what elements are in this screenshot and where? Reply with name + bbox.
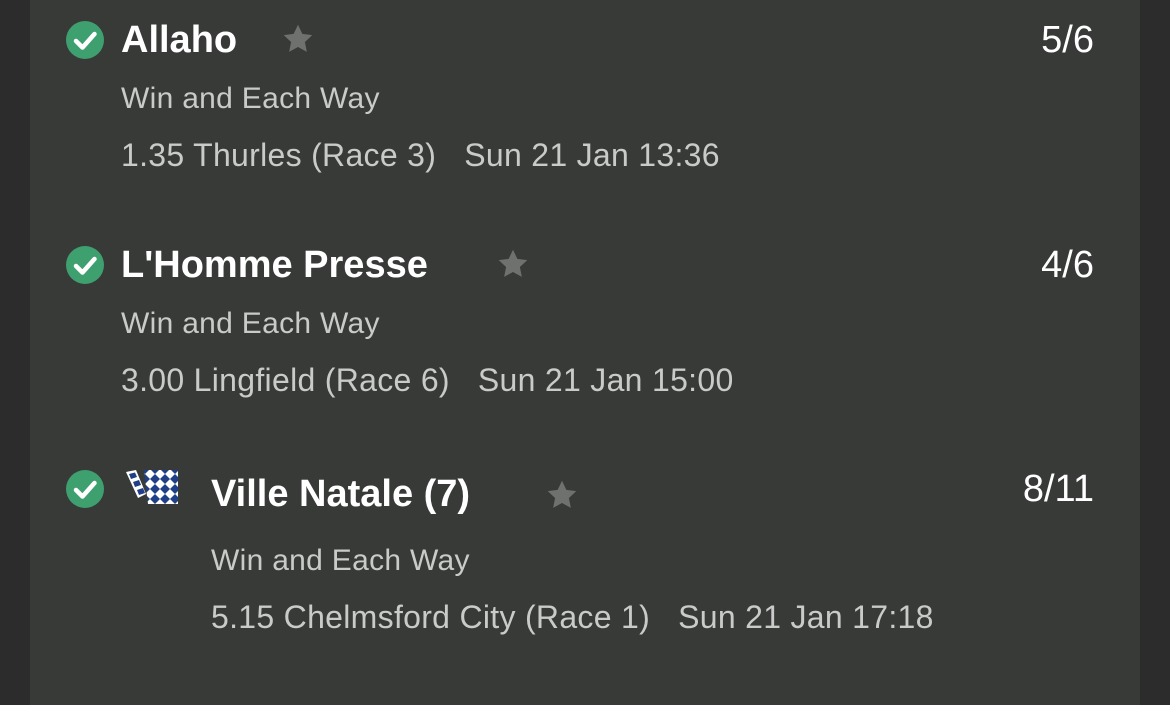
selection-odds: 5/6: [1041, 19, 1094, 61]
race-label: 1.35 Thurles (Race 3): [121, 137, 437, 173]
selection-name: L'Homme Presse: [121, 244, 428, 286]
event-info: 1.35 Thurles (Race 3) Sun 21 Jan 13:36: [121, 133, 981, 177]
race-datetime: Sun 21 Jan 15:00: [477, 362, 734, 398]
selection-name: Allaho: [121, 19, 238, 61]
event-info: 5.15 Chelmsford City (Race 1) Sun 21 Jan …: [211, 595, 951, 639]
selection-odds: 8/11: [1022, 468, 1094, 510]
selection-name: Ville Natale (7): [211, 473, 471, 515]
market-label: Win and Each Way: [211, 544, 470, 577]
check-circle-icon: [66, 470, 104, 508]
race-label: 3.00 Lingfield (Race 6): [121, 362, 450, 398]
check-circle-icon: [66, 21, 104, 59]
check-circle-icon: [66, 246, 104, 284]
star-icon[interactable]: [280, 21, 316, 57]
selections-panel: Allaho 5/6 Win and Each Way 1.35 Thurles…: [30, 0, 1140, 705]
selection-odds: 4/6: [1041, 244, 1094, 286]
market-label: Win and Each Way: [121, 307, 380, 340]
race-datetime: Sun 21 Jan 13:36: [464, 137, 720, 173]
star-icon[interactable]: [495, 246, 531, 282]
race-datetime: Sun 21 Jan 17:18: [678, 599, 934, 635]
jockey-silks-icon: [120, 464, 182, 508]
event-info: 3.00 Lingfield (Race 6) Sun 21 Jan 15:00: [121, 358, 981, 402]
star-icon[interactable]: [544, 477, 580, 513]
bet-receipt-screen: Allaho 5/6 Win and Each Way 1.35 Thurles…: [0, 0, 1170, 705]
race-label: 5.15 Chelmsford City (Race 1): [211, 599, 651, 635]
market-label: Win and Each Way: [121, 82, 380, 115]
